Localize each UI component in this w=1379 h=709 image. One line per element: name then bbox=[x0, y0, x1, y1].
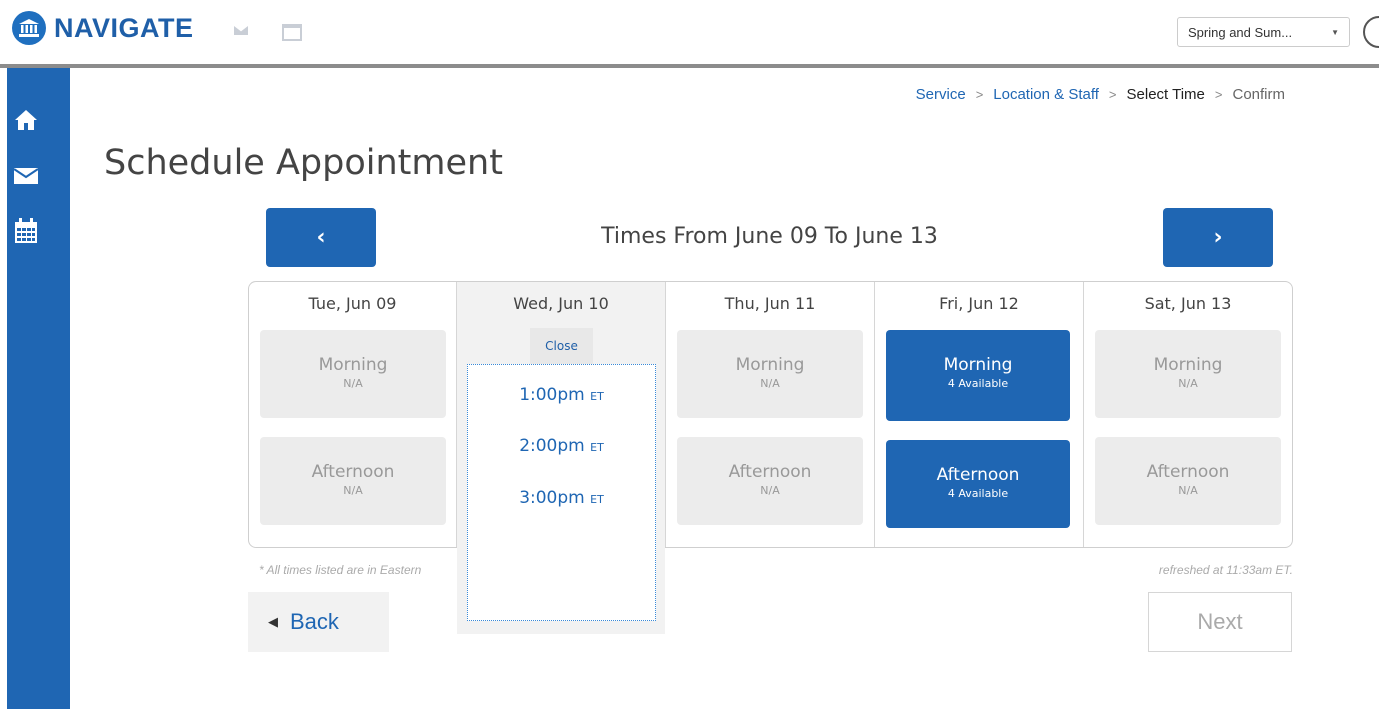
day-header: Sat, Jun 13 bbox=[1144, 294, 1232, 313]
chevron-down-icon: ▼ bbox=[1331, 27, 1339, 37]
time-value: 2:00pm bbox=[519, 436, 585, 456]
term-select[interactable]: Spring and Sum... ▼ bbox=[1177, 17, 1350, 47]
slot-name: Morning bbox=[943, 355, 1013, 375]
availability-calendar: Tue, Jun 09 Morning N/A Afternoon N/A Th… bbox=[248, 281, 1293, 548]
slot-afternoon-sat: Afternoon N/A bbox=[1095, 437, 1281, 525]
next-button[interactable]: Next bbox=[1148, 592, 1292, 652]
app-name: NAVIGATE bbox=[54, 12, 194, 43]
slot-name: Morning bbox=[318, 355, 388, 375]
slot-count: N/A bbox=[343, 377, 363, 390]
back-button[interactable]: ◀ Back bbox=[248, 592, 389, 652]
next-week-button[interactable]: › bbox=[1163, 208, 1273, 267]
time-zone: ET bbox=[590, 441, 604, 454]
avatar[interactable] bbox=[1363, 16, 1379, 48]
slot-morning-fri[interactable]: Morning 4 Available bbox=[886, 330, 1070, 421]
time-zone: ET bbox=[590, 493, 604, 506]
date-range-title: Times From June 09 To June 13 bbox=[601, 224, 938, 249]
slot-count: N/A bbox=[1178, 484, 1198, 497]
slot-count: 4 Available bbox=[947, 487, 1009, 500]
day-header: Thu, Jun 11 bbox=[724, 294, 816, 313]
envelope-icon[interactable] bbox=[13, 166, 39, 190]
slot-morning-sat: Morning N/A bbox=[1095, 330, 1281, 418]
slot-name: Afternoon bbox=[936, 465, 1020, 485]
top-bar-divider bbox=[0, 64, 1379, 68]
window-icon[interactable] bbox=[282, 24, 302, 41]
slot-name: Afternoon bbox=[728, 462, 812, 482]
calendar-icon[interactable] bbox=[14, 218, 38, 243]
breadcrumb-select-time: Select Time bbox=[1126, 86, 1205, 103]
time-zone: ET bbox=[590, 390, 604, 403]
institution-icon bbox=[12, 11, 46, 45]
slot-name: Afternoon bbox=[311, 462, 395, 482]
day-header: Wed, Jun 10 bbox=[513, 294, 609, 313]
timezone-note: * All times listed are in Eastern bbox=[259, 563, 422, 577]
page-title: Schedule Appointment bbox=[104, 143, 503, 183]
slot-name: Morning bbox=[735, 355, 805, 375]
slot-count: 4 Available bbox=[947, 377, 1009, 390]
slot-morning-tue: Morning N/A bbox=[260, 330, 446, 418]
day-column-sat: Sat, Jun 13 Morning N/A Afternoon N/A bbox=[1084, 282, 1292, 547]
slot-afternoon-thu: Afternoon N/A bbox=[677, 437, 863, 525]
term-select-value: Spring and Sum... bbox=[1188, 24, 1293, 40]
sidebar-edge bbox=[0, 68, 7, 709]
sidebar bbox=[0, 68, 70, 709]
day-column-fri: Fri, Jun 12 Morning 4 Available Afternoo… bbox=[875, 282, 1084, 547]
breadcrumb-location-staff[interactable]: Location & Staff bbox=[993, 86, 1099, 103]
slot-count: N/A bbox=[760, 377, 780, 390]
slot-morning-thu: Morning N/A bbox=[677, 330, 863, 418]
slot-name: Afternoon bbox=[1146, 462, 1230, 482]
breadcrumb-separator: > bbox=[975, 87, 984, 102]
breadcrumb-separator: > bbox=[1214, 87, 1223, 102]
day-header: Tue, Jun 09 bbox=[308, 294, 397, 313]
close-button[interactable]: Close bbox=[530, 328, 593, 364]
time-slot-1pm[interactable]: 1:00pm ET bbox=[468, 385, 655, 405]
breadcrumb-service[interactable]: Service bbox=[916, 86, 966, 103]
breadcrumb: Service > Location & Staff > Select Time… bbox=[916, 86, 1285, 103]
time-value: 1:00pm bbox=[519, 385, 585, 405]
caret-left-icon: ◀ bbox=[268, 614, 278, 629]
breadcrumb-separator: > bbox=[1108, 87, 1117, 102]
day-column-tue: Tue, Jun 09 Morning N/A Afternoon N/A bbox=[249, 282, 457, 547]
back-label: Back bbox=[290, 609, 339, 634]
slot-afternoon-tue: Afternoon N/A bbox=[260, 437, 446, 525]
time-slot-3pm[interactable]: 3:00pm ET bbox=[468, 488, 655, 508]
slot-afternoon-fri[interactable]: Afternoon 4 Available bbox=[886, 440, 1070, 528]
home-icon[interactable] bbox=[14, 108, 38, 132]
slot-count: N/A bbox=[343, 484, 363, 497]
top-bar: NAVIGATE Spring and Sum... ▼ bbox=[0, 0, 1379, 64]
previous-week-button[interactable]: ‹ bbox=[266, 208, 376, 267]
time-value: 3:00pm bbox=[519, 488, 585, 508]
slot-count: N/A bbox=[760, 484, 780, 497]
breadcrumb-confirm: Confirm bbox=[1232, 86, 1285, 103]
app-logo[interactable]: NAVIGATE bbox=[12, 11, 194, 45]
time-slot-list: 1:00pm ET 2:00pm ET 3:00pm ET bbox=[467, 364, 656, 621]
refresh-note: refreshed at 11:33am ET. bbox=[1158, 563, 1293, 577]
mail-icon[interactable] bbox=[234, 26, 248, 35]
slot-count: N/A bbox=[1178, 377, 1198, 390]
slot-name: Morning bbox=[1153, 355, 1223, 375]
day-header: Fri, Jun 12 bbox=[939, 294, 1019, 313]
time-slot-2pm[interactable]: 2:00pm ET bbox=[468, 436, 655, 456]
day-column-thu: Thu, Jun 11 Morning N/A Afternoon N/A bbox=[666, 282, 875, 547]
